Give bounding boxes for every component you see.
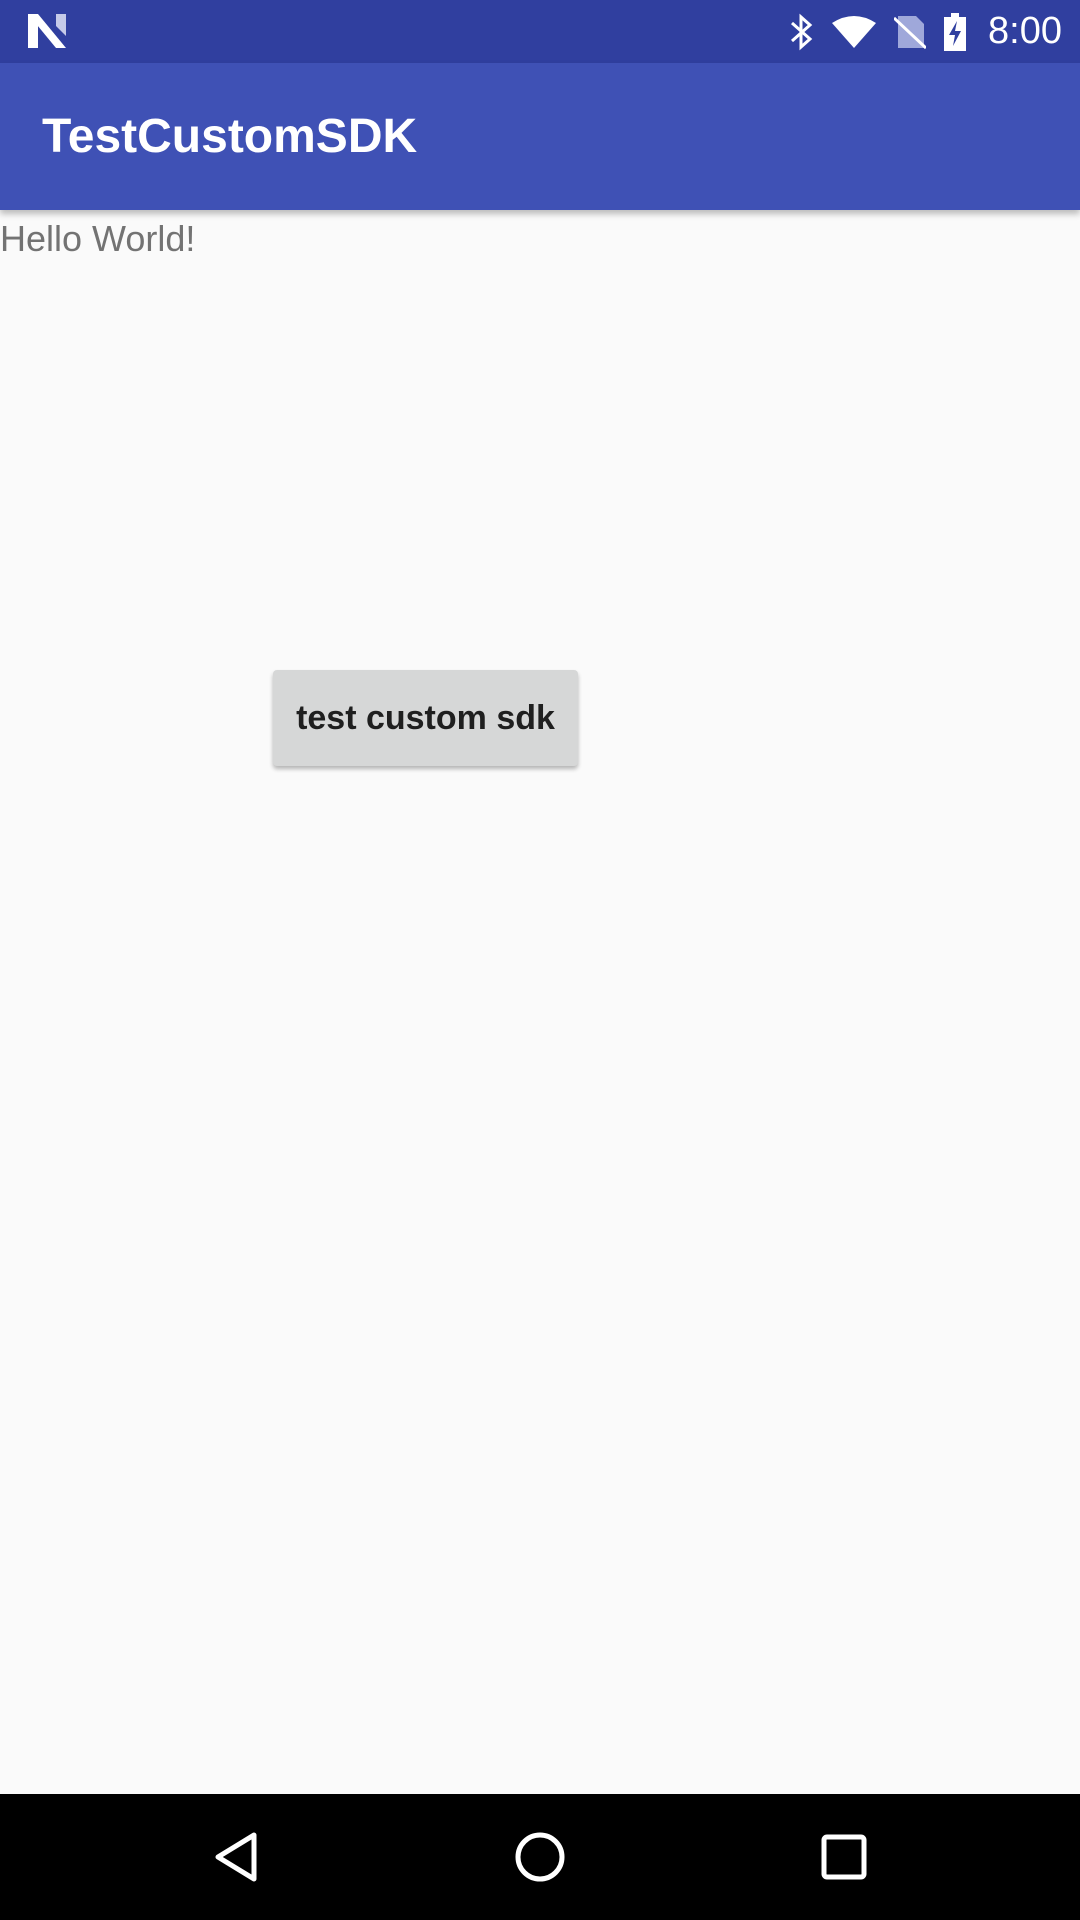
test-custom-sdk-button[interactable]: test custom sdk xyxy=(273,670,578,766)
recents-icon xyxy=(821,1834,867,1880)
status-icons: 8:00 xyxy=(790,0,1062,63)
no-sim-icon xyxy=(894,14,927,50)
app-bar: TestCustomSDK xyxy=(0,63,1080,210)
hello-world-text: Hello World! xyxy=(0,218,196,259)
status-bar: 8:00 xyxy=(0,0,1080,63)
back-icon xyxy=(215,1832,257,1882)
home-icon xyxy=(515,1832,565,1882)
notification-n-icon xyxy=(28,14,66,48)
navigation-bar xyxy=(0,1794,1080,1920)
recents-button[interactable] xyxy=(784,1794,904,1920)
status-clock: 8:00 xyxy=(988,10,1062,52)
phone-screen: 8:00 TestCustomSDK Hello World! test cus… xyxy=(0,0,1080,1920)
battery-charging-icon xyxy=(944,12,967,51)
bluetooth-icon xyxy=(790,13,814,51)
back-button[interactable] xyxy=(176,1794,296,1920)
home-button[interactable] xyxy=(480,1794,600,1920)
app-title: TestCustomSDK xyxy=(42,110,418,163)
wifi-icon xyxy=(832,15,877,49)
main-content: Hello World! test custom sdk xyxy=(0,210,1080,1794)
